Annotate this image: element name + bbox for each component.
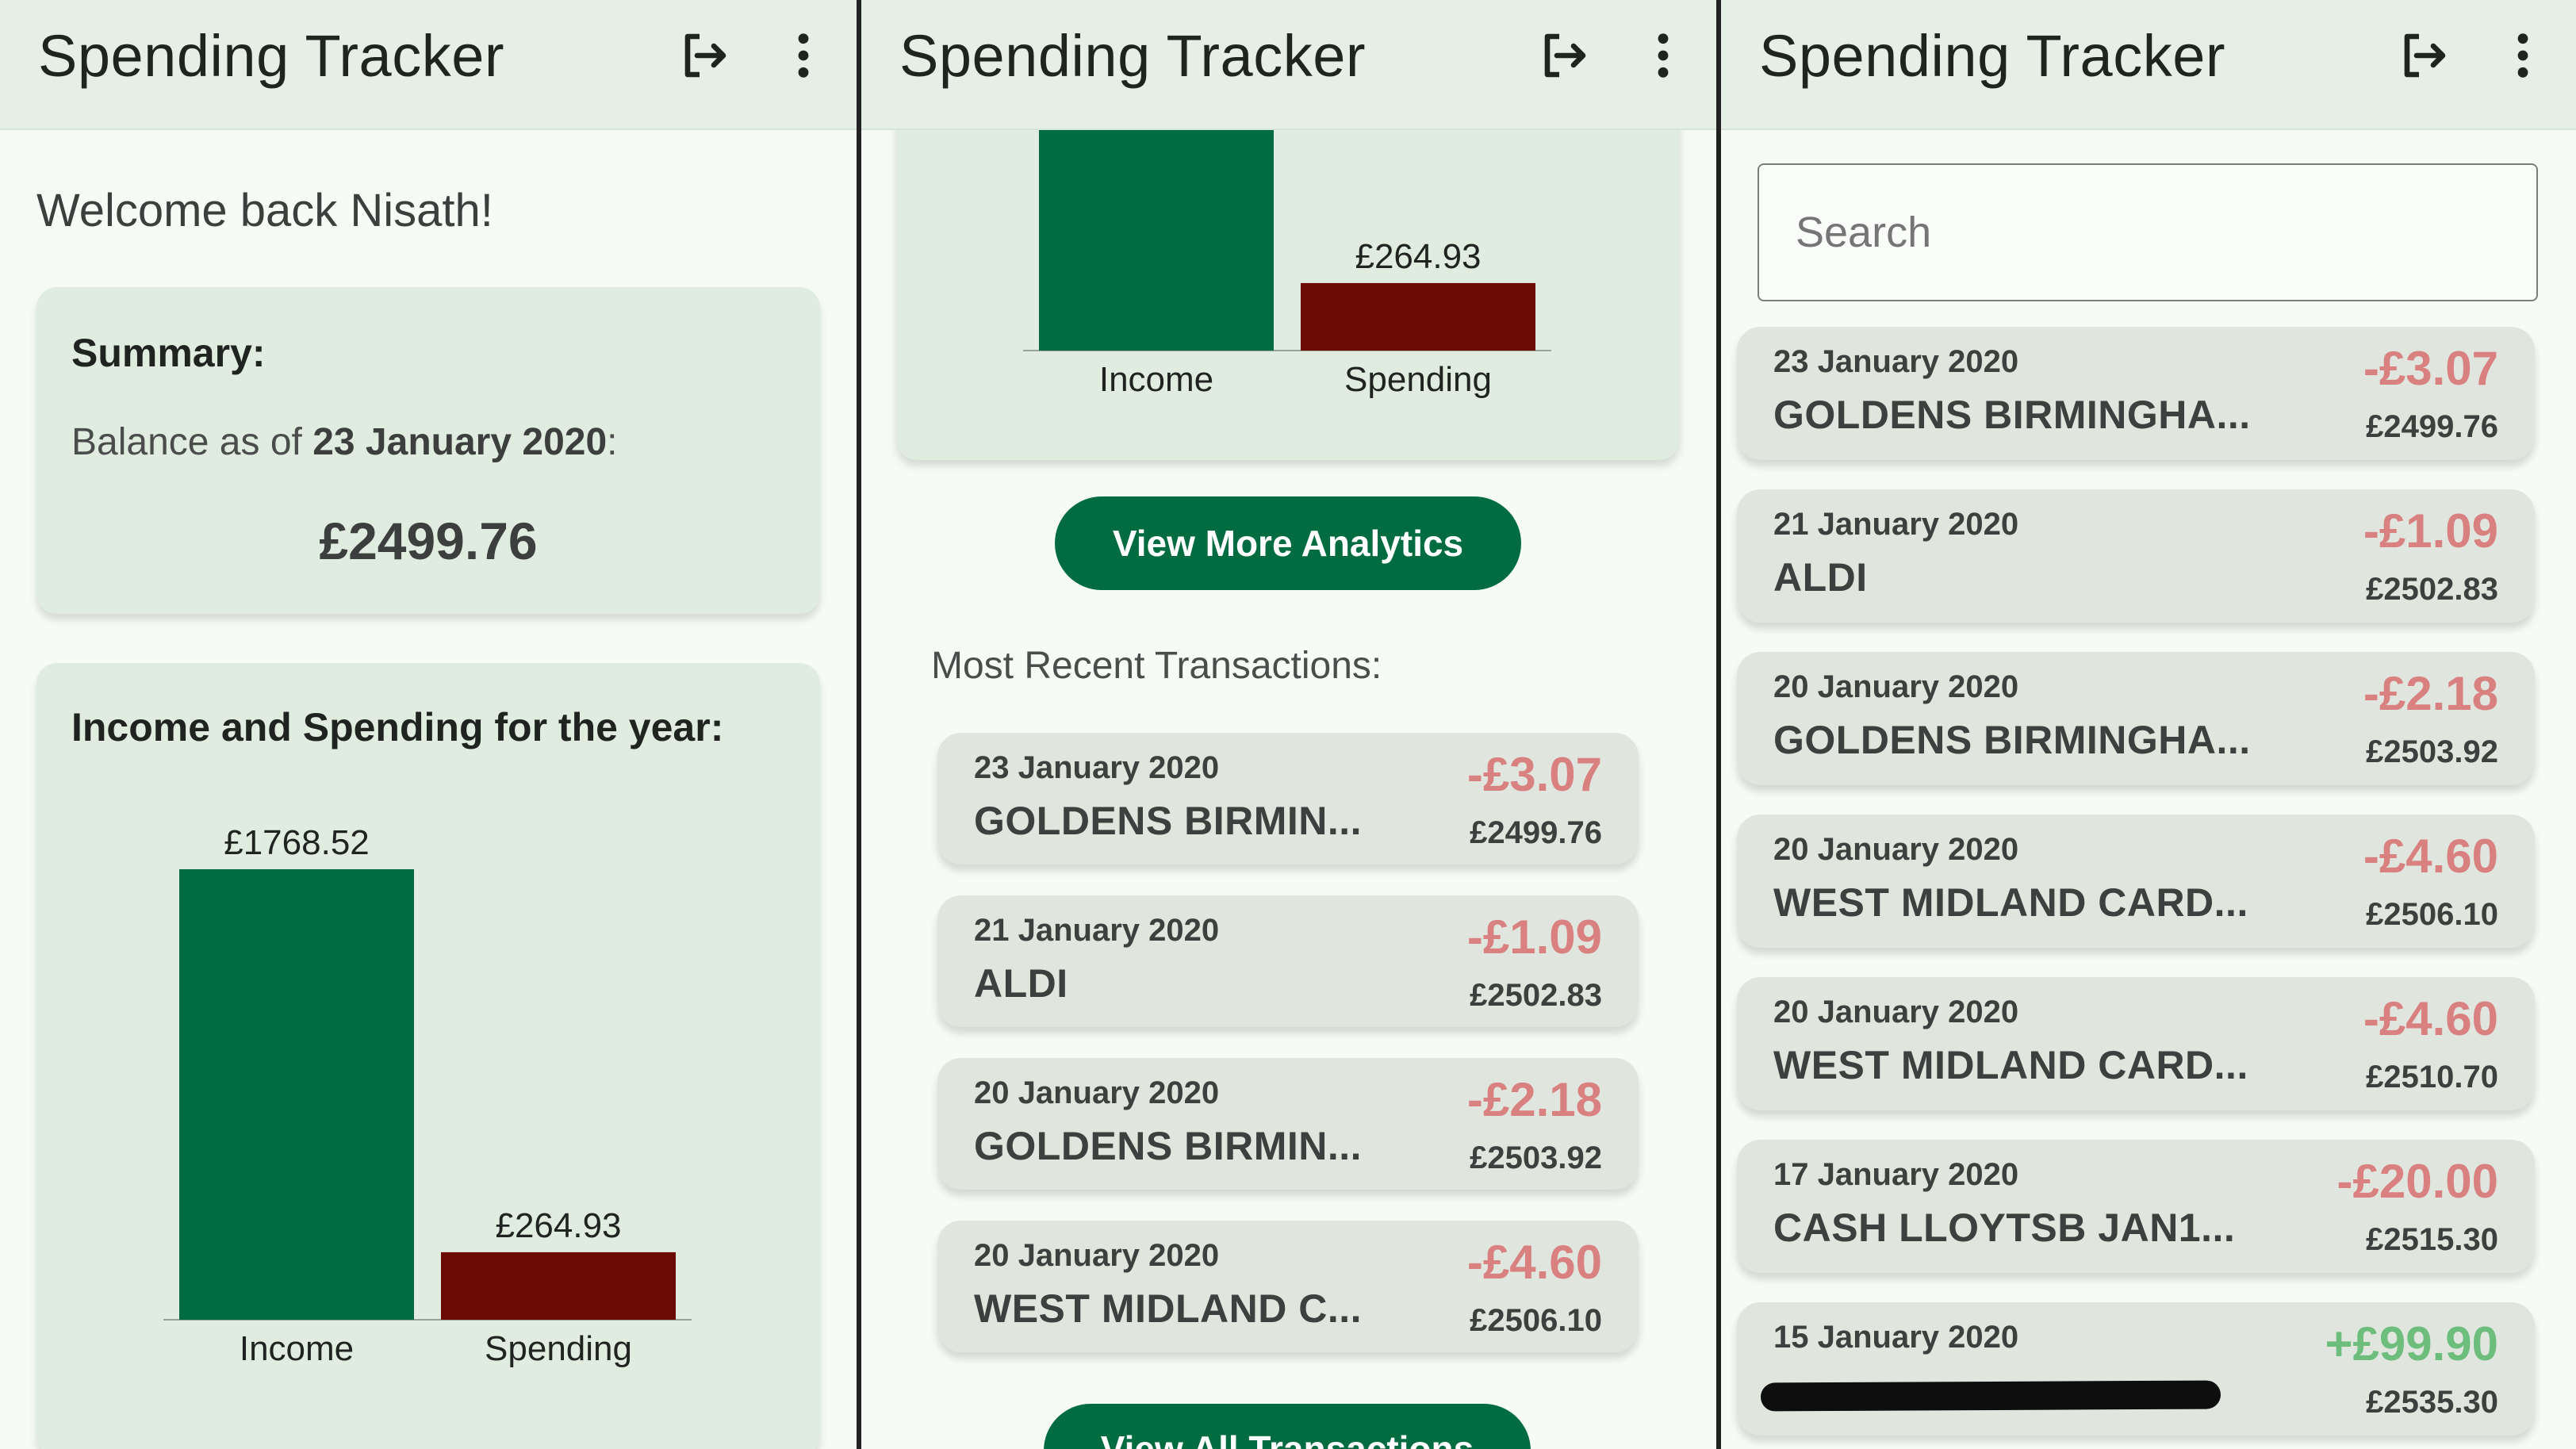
view-all-transactions-label: View All Transactions [1100, 1428, 1474, 1449]
transaction-date: 21 January 2020 [974, 913, 1220, 948]
transaction-description: WEST MIDLAND CARD... [1773, 880, 2248, 925]
app-bar: Spending Tracker [861, 0, 1716, 130]
more-vert-icon[interactable] [792, 30, 815, 81]
transaction-amount: -£3.07 [1466, 748, 1602, 801]
bar-value-label: £264.93 [495, 1206, 622, 1245]
transaction-balance: £2499.76 [2366, 409, 2498, 444]
transaction-amount: +£99.90 [2325, 1317, 2498, 1370]
transaction-balance: £2535.30 [2366, 1385, 2498, 1420]
panel-home-top: Spending Tracker Welcome back Nisath! Su… [0, 0, 857, 1449]
app-title: Spending Tracker [1759, 23, 2226, 89]
bar-value-label: £1768.52 [224, 823, 370, 862]
redaction-mark [1760, 1380, 2221, 1412]
balance-suffix: : [607, 421, 618, 463]
transaction-card[interactable]: 21 January 2020 ALDI -£1.09 £2502.83 [1737, 489, 2535, 623]
transaction-balance: £2510.70 [2366, 1060, 2498, 1094]
transaction-balance: £2502.83 [1470, 978, 1602, 1013]
transaction-date: 20 January 2020 [1773, 832, 2019, 867]
app-bar: Spending Tracker [1721, 0, 2576, 130]
transaction-card[interactable]: 17 January 2020 CASH LLOYTSB JAN1... -£20.… [1737, 1140, 2535, 1273]
view-more-analytics-button[interactable]: View More Analytics [1055, 496, 1521, 590]
transaction-card[interactable]: 20 January 2020 WEST MIDLAND CARD... -£4.6… [1737, 977, 2535, 1110]
balance-caption: Balance as of 23 January 2020: [71, 420, 618, 464]
balance-date: 23 January 2020 [312, 421, 608, 463]
search-input[interactable] [1758, 163, 2538, 301]
transaction-date: 17 January 2020 [1773, 1157, 2019, 1192]
transaction-amount: -£1.09 [2363, 504, 2498, 558]
transaction-card[interactable]: 21 January 2020 ALDI -£1.09 £2502.83 [937, 895, 1639, 1027]
transaction-balance: £2503.92 [2366, 734, 2498, 769]
category-label: Income [1098, 360, 1214, 399]
transaction-description: CASH LLOYTSB JAN1... [1773, 1206, 2236, 1250]
recent-transactions-heading: Most Recent Transactions: [931, 645, 1382, 687]
welcome-text: Welcome back Nisath! [36, 185, 493, 236]
summary-heading: Summary: [71, 331, 266, 375]
chart-card: Income and Spending for the year: £1768.… [36, 663, 820, 1449]
panel-transactions: Spending Tracker 23 January 2020 GOLDENS … [1721, 0, 2576, 1449]
app-title: Spending Tracker [38, 23, 505, 89]
transaction-description: GOLDENS BIRMINGHA... [1773, 393, 2251, 437]
bar-income [179, 869, 414, 1320]
more-vert-icon[interactable] [2511, 30, 2535, 81]
transaction-date: 21 January 2020 [1773, 507, 2019, 542]
transaction-description: ALDI [974, 961, 1068, 1006]
logout-icon[interactable] [1535, 27, 1593, 84]
summary-card: Summary: Balance as of 23 January 2020: … [36, 287, 820, 614]
transaction-card[interactable]: 23 January 2020 GOLDENS BIRMIN... -£3.07 £2… [937, 733, 1639, 864]
transaction-amount: -£3.07 [2363, 342, 2498, 395]
transaction-card[interactable]: 20 January 2020 WEST MIDLAND C... -£4.60 £2… [937, 1221, 1639, 1352]
transaction-date: 23 January 2020 [1773, 344, 2019, 379]
transaction-date: 15 January 2020 [1773, 1320, 2019, 1355]
transaction-description: GOLDENS BIRMINGHA... [1773, 718, 2251, 762]
transaction-amount: -£20.00 [2336, 1155, 2499, 1208]
view-all-transactions-button[interactable]: View All Transactions [1044, 1404, 1531, 1449]
logout-icon[interactable] [676, 27, 733, 84]
transaction-description: WEST MIDLAND C... [974, 1286, 1363, 1331]
transaction-amount: -£2.18 [2363, 667, 2498, 720]
transaction-description: GOLDENS BIRMIN... [974, 1124, 1363, 1168]
category-label: Spending [1344, 360, 1492, 399]
balance-amount: £2499.76 [319, 512, 538, 570]
transaction-balance: £2515.30 [2366, 1222, 2498, 1257]
transaction-amount: -£2.18 [1466, 1073, 1602, 1126]
transaction-card[interactable]: 23 January 2020 GOLDENS BIRMINGHA... -£3.0… [1737, 327, 2535, 460]
logout-icon[interactable] [2395, 27, 2452, 84]
more-vert-icon[interactable] [1651, 30, 1675, 81]
category-label: Spending [485, 1329, 632, 1368]
app-title: Spending Tracker [899, 23, 1367, 89]
transaction-card[interactable]: 20 January 2020 GOLDENS BIRMINGHA... -£2.1… [1737, 652, 2535, 785]
transaction-balance: £2506.10 [2366, 897, 2498, 932]
transaction-description: ALDI [1773, 555, 1868, 600]
transaction-balance: £2503.92 [1470, 1140, 1602, 1175]
transaction-date: 20 January 2020 [1773, 669, 2019, 704]
bar-chart-svg [163, 869, 692, 1321]
transaction-date: 20 January 2020 [974, 1075, 1220, 1110]
transaction-amount: -£4.60 [2363, 992, 2498, 1045]
bar-spending [441, 1252, 676, 1320]
transaction-balance: £2502.83 [2366, 572, 2498, 607]
transaction-description: WEST MIDLAND CARD... [1773, 1043, 2248, 1087]
income-spending-chart: £1768.52 Income £264.93 Spending [36, 663, 820, 1449]
transaction-description: GOLDENS BIRMIN... [974, 799, 1363, 843]
transaction-card[interactable]: 20 January 2020 GOLDENS BIRMIN... -£2.18 £2… [937, 1058, 1639, 1190]
transaction-date: 20 January 2020 [974, 1238, 1220, 1273]
transaction-date: 20 January 2020 [1773, 995, 2019, 1029]
app-bar: Spending Tracker [0, 0, 857, 130]
balance-prefix: Balance as of [71, 421, 313, 463]
transaction-amount: -£1.09 [1466, 910, 1602, 964]
transaction-date: 23 January 2020 [974, 750, 1220, 785]
category-label: Income [239, 1329, 355, 1368]
transaction-card[interactable]: 20 January 2020 WEST MIDLAND CARD... -£4.6… [1737, 815, 2535, 948]
transaction-balance: £2499.76 [1470, 815, 1602, 850]
bar-spending [1301, 282, 1535, 351]
bar-value-label: £264.93 [1355, 236, 1482, 276]
transaction-card[interactable]: 15 January 2020 +£99.90 £2535.30 [1737, 1302, 2535, 1436]
panel-home-scrolled: £1768.52Income£264.93Spending Spending T… [861, 0, 1716, 1449]
transaction-balance: £2506.10 [1470, 1303, 1602, 1338]
transaction-amount: -£4.60 [1466, 1236, 1602, 1289]
transaction-amount: -£4.60 [2363, 830, 2498, 883]
